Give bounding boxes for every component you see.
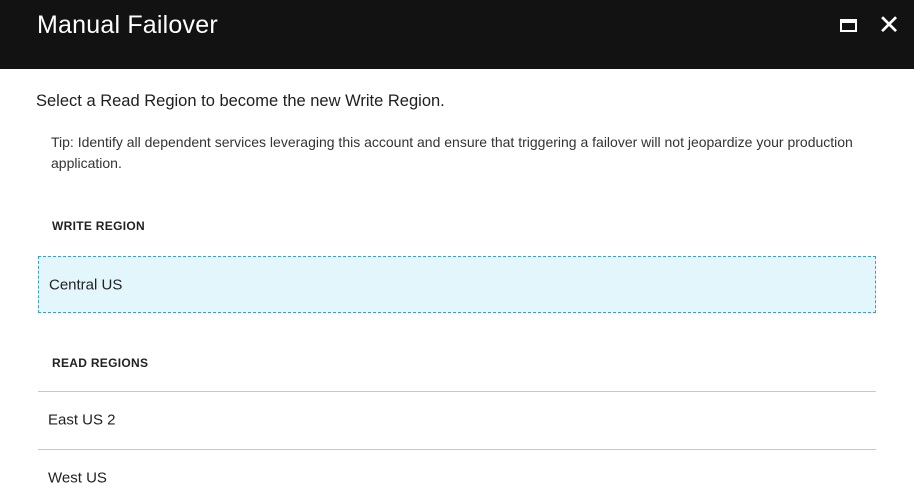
maximize-button[interactable] <box>833 10 863 40</box>
write-region-row[interactable]: Central US <box>38 256 876 313</box>
read-region-label: East US 2 <box>48 411 116 429</box>
blade-title: Manual Failover <box>37 11 218 39</box>
title-bar: Manual Failover ✕ <box>0 0 914 69</box>
close-button[interactable]: ✕ <box>874 10 904 40</box>
instruction-text: Select a Read Region to become the new W… <box>36 92 445 110</box>
read-region-row-west-us[interactable]: West US <box>38 449 876 503</box>
write-region-label: Central US <box>49 276 123 293</box>
manual-failover-blade: Manual Failover ✕ Select a Read Region t… <box>0 0 914 503</box>
read-region-label: West US <box>48 469 107 487</box>
maximize-icon <box>839 18 857 32</box>
read-regions-header: READ REGIONS <box>52 356 149 370</box>
read-region-row-east-us-2[interactable]: East US 2 <box>38 391 876 448</box>
close-icon: ✕ <box>877 9 901 41</box>
write-region-header: WRITE REGION <box>52 219 145 233</box>
tip-text: Tip: Identify all dependent services lev… <box>51 134 853 171</box>
